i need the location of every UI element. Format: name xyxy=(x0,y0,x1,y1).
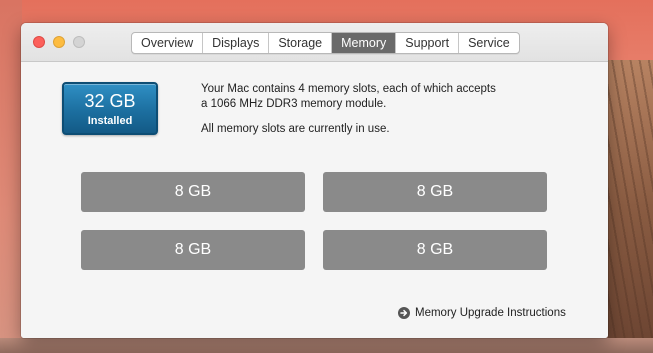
desktop-wallpaper-rock xyxy=(608,60,653,353)
zoom-window-button[interactable] xyxy=(73,36,85,48)
tab-storage[interactable]: Storage xyxy=(269,33,333,53)
close-window-button[interactable] xyxy=(33,36,45,48)
desktop-wallpaper-bottom xyxy=(0,338,653,353)
arrow-right-circle-icon xyxy=(398,307,410,319)
tab-memory[interactable]: Memory xyxy=(332,33,397,53)
minimize-window-button[interactable] xyxy=(53,36,65,48)
memory-slot-3: 8 GB xyxy=(81,230,305,270)
memory-description-line-1: Your Mac contains 4 memory slots, each o… xyxy=(201,83,496,95)
tab-displays[interactable]: Displays xyxy=(203,33,270,53)
tab-service[interactable]: Service xyxy=(459,33,519,53)
tab-support[interactable]: Support xyxy=(396,33,460,53)
memory-slot-1: 8 GB xyxy=(81,172,305,212)
desktop-wallpaper-left xyxy=(0,0,22,353)
installed-memory-badge: 32 GB Installed xyxy=(62,82,158,135)
tab-bar: Overview Displays Storage Memory Support… xyxy=(131,32,520,54)
memory-status-text: All memory slots are currently in use. xyxy=(201,123,390,135)
installed-memory-label: Installed xyxy=(87,115,133,127)
memory-slot-2: 8 GB xyxy=(323,172,547,212)
about-this-mac-window: Overview Displays Storage Memory Support… xyxy=(21,23,608,338)
installed-memory-size: 32 GB xyxy=(84,91,136,111)
window-titlebar: Overview Displays Storage Memory Support… xyxy=(21,23,608,62)
tab-overview[interactable]: Overview xyxy=(132,33,204,53)
memory-upgrade-instructions-link[interactable]: Memory Upgrade Instructions xyxy=(398,306,566,320)
memory-slot-4: 8 GB xyxy=(323,230,547,270)
memory-description-line-2: a 1066 MHz DDR3 memory module. xyxy=(201,98,387,110)
memory-upgrade-instructions-label: Memory Upgrade Instructions xyxy=(415,307,566,319)
memory-pane: 32 GB Installed Your Mac contains 4 memo… xyxy=(21,62,608,338)
